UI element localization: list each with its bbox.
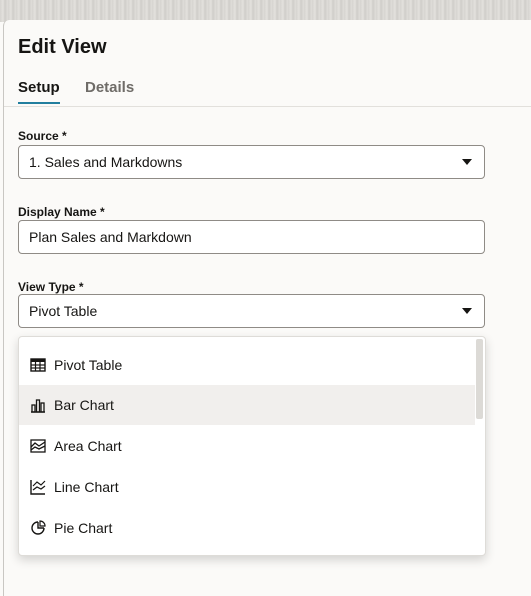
area-chart-icon	[30, 439, 46, 453]
tab-details[interactable]: Details	[85, 79, 134, 102]
table-icon	[30, 358, 46, 372]
tab-setup[interactable]: Setup	[18, 79, 60, 104]
dialog-title: Edit View	[18, 36, 107, 58]
edit-view-panel: Edit View Setup Details Source * 1. Sale…	[3, 20, 531, 596]
option-pivot-table[interactable]: Pivot Table	[19, 345, 475, 385]
option-area-chart[interactable]: Area Chart	[19, 426, 475, 466]
screen: Edit View Setup Details Source * 1. Sale…	[0, 0, 531, 596]
caret-down-icon	[462, 308, 472, 314]
source-select[interactable]: 1. Sales and Markdowns	[18, 145, 485, 179]
caret-down-icon	[462, 159, 472, 165]
source-label: Source *	[18, 129, 67, 143]
display-name-input[interactable]: Plan Sales and Markdown	[18, 220, 485, 254]
option-line-chart[interactable]: Line Chart	[19, 467, 475, 507]
view-type-select[interactable]: Pivot Table	[18, 294, 485, 328]
bar-chart-icon	[31, 399, 45, 413]
view-type-dropdown: Pivot Table Bar Chart Area Chart Line Ch…	[18, 336, 486, 556]
tab-bar: Setup Details	[4, 76, 531, 107]
option-label: Pie Chart	[54, 520, 113, 536]
option-bar-chart[interactable]: Bar Chart	[19, 385, 475, 425]
view-type-value: Pivot Table	[29, 303, 98, 319]
background-strip	[0, 0, 531, 22]
display-name-label: Display Name *	[18, 205, 105, 219]
option-label: Bar Chart	[54, 397, 114, 413]
dropdown-scrollbar[interactable]	[476, 339, 483, 419]
option-label: Pivot Table	[54, 357, 123, 373]
line-chart-icon	[30, 480, 46, 495]
pie-chart-icon	[31, 520, 46, 535]
view-type-label: View Type *	[18, 280, 84, 294]
option-label: Line Chart	[54, 479, 119, 495]
option-label: Area Chart	[54, 438, 122, 454]
source-value: 1. Sales and Markdowns	[29, 154, 183, 170]
display-name-value: Plan Sales and Markdown	[29, 229, 192, 245]
option-pie-chart[interactable]: Pie Chart	[19, 508, 475, 548]
